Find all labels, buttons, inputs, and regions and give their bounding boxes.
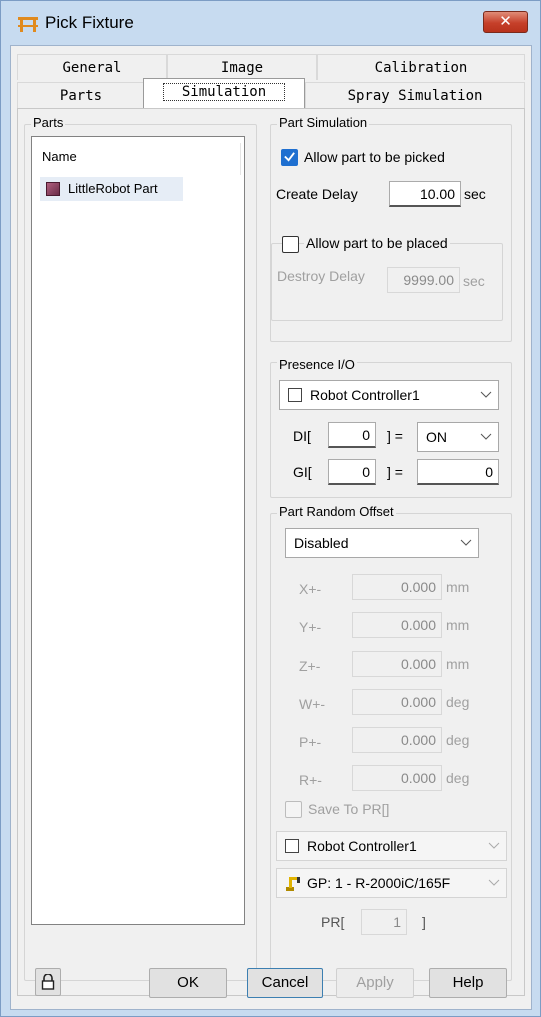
- destroy-delay-input: 9999.00: [387, 267, 460, 293]
- tab-image[interactable]: Image: [167, 54, 317, 80]
- allow-picked-label: Allow part to be picked: [304, 149, 445, 165]
- w-offset-input: 0.000: [352, 689, 442, 715]
- gi-close-label: ] =: [387, 464, 403, 480]
- parts-group: Parts Name LittleRobot Part: [24, 115, 257, 981]
- random-offset-title: Part Random Offset: [277, 504, 396, 519]
- destroy-delay-label: Destroy Delay: [277, 268, 365, 284]
- z-offset-label: Z+-: [299, 658, 321, 674]
- title-bar: Pick Fixture ✕: [1, 1, 540, 45]
- p-offset-input: 0.000: [352, 727, 442, 753]
- save-to-pr-checkbox: [285, 801, 302, 818]
- pr-index-input: 1: [361, 909, 407, 935]
- presence-io-group: Presence I/O Robot Controller1 DI[ 0 ] =…: [270, 357, 512, 498]
- simulation-panel: Parts Name LittleRobot Part Part Simulat…: [17, 108, 525, 996]
- dialog-client-area: General Image Calibration Parts Simulati…: [10, 45, 532, 1010]
- controller-icon: [288, 388, 302, 402]
- help-button[interactable]: Help: [429, 968, 507, 998]
- di-index-input[interactable]: 0: [328, 422, 376, 448]
- tab-general[interactable]: General: [17, 54, 167, 80]
- di-close-label: ] =: [387, 428, 403, 444]
- presence-controller-value: Robot Controller1: [310, 387, 420, 403]
- z-offset-unit: mm: [446, 656, 470, 672]
- chevron-down-icon: [480, 391, 492, 398]
- pick-fixture-window: Pick Fixture ✕ General Image Calibration…: [0, 0, 541, 1017]
- chevron-down-icon: [460, 539, 472, 546]
- gi-index-input[interactable]: 0: [328, 459, 376, 485]
- create-delay-input[interactable]: 10.00: [389, 181, 461, 207]
- tab-spray-simulation[interactable]: Spray Simulation: [305, 82, 525, 108]
- create-delay-unit: sec: [464, 186, 486, 202]
- parts-group-title: Parts: [31, 115, 66, 130]
- r-offset-input: 0.000: [352, 765, 442, 791]
- fixture-icon: [18, 17, 38, 32]
- part-simulation-title: Part Simulation: [277, 115, 370, 130]
- tab-simulation[interactable]: Simulation: [143, 78, 305, 109]
- random-offset-group: Part Random Offset Disabled X+- 0.000 mm…: [270, 504, 512, 981]
- allow-placed-checkbox[interactable]: [282, 236, 299, 253]
- y-offset-input: 0.000: [352, 612, 442, 638]
- presence-io-title: Presence I/O: [277, 357, 357, 372]
- presence-controller-select[interactable]: Robot Controller1: [279, 380, 499, 410]
- part-name: LittleRobot Part: [68, 181, 158, 196]
- offset-controller-select: Robot Controller1: [276, 831, 507, 861]
- x-offset-label: X+-: [299, 581, 322, 597]
- motion-group-select: GP: 1 - R-2000iC/165F: [276, 868, 507, 898]
- y-offset-label: Y+-: [299, 619, 322, 635]
- chevron-down-icon: [488, 842, 500, 849]
- di-value-select[interactable]: ON: [417, 422, 499, 452]
- gi-value-input[interactable]: 0: [417, 459, 499, 485]
- r-offset-unit: deg: [446, 770, 470, 786]
- checkmark-icon: [284, 152, 295, 162]
- lock-button[interactable]: [35, 968, 61, 996]
- part-cube-icon: [46, 182, 60, 196]
- di-label: DI[: [293, 428, 311, 444]
- pr-close-label: ]: [422, 914, 426, 930]
- list-item[interactable]: LittleRobot Part: [40, 177, 183, 201]
- chevron-down-icon: [480, 433, 492, 440]
- allow-picked-checkbox[interactable]: [281, 149, 298, 166]
- name-column-header[interactable]: Name: [42, 149, 77, 164]
- tab-calibration[interactable]: Calibration: [317, 54, 525, 80]
- controller-icon: [285, 839, 299, 853]
- di-value: ON: [426, 429, 447, 445]
- x-offset-input: 0.000: [352, 574, 442, 600]
- close-button[interactable]: ✕: [483, 11, 528, 33]
- robot-arm-icon: [286, 877, 300, 891]
- chevron-down-icon: [488, 879, 500, 886]
- motion-group-value: GP: 1 - R-2000iC/165F: [307, 875, 451, 891]
- allow-placed-label: Allow part to be placed: [304, 235, 450, 251]
- save-to-pr-label: Save To PR[]: [308, 801, 390, 817]
- create-delay-label: Create Delay: [276, 186, 358, 202]
- z-offset-input: 0.000: [352, 651, 442, 677]
- y-offset-unit: mm: [446, 617, 470, 633]
- x-offset-unit: mm: [446, 579, 470, 595]
- offset-controller-value: Robot Controller1: [307, 838, 417, 854]
- place-subgroup: Allow part to be placed Destroy Delay 99…: [271, 235, 503, 321]
- part-simulation-group: Part Simulation Allow part to be picked …: [270, 115, 512, 342]
- parts-list[interactable]: Name LittleRobot Part: [31, 136, 245, 925]
- offset-mode-value: Disabled: [294, 535, 349, 551]
- window-title: Pick Fixture: [45, 13, 134, 32]
- cancel-button[interactable]: Cancel: [247, 968, 323, 998]
- apply-button: Apply: [336, 968, 414, 998]
- tab-parts[interactable]: Parts: [17, 82, 145, 108]
- w-offset-unit: deg: [446, 694, 470, 710]
- ok-button[interactable]: OK: [149, 968, 227, 998]
- p-offset-unit: deg: [446, 732, 470, 748]
- column-separator: [240, 143, 241, 175]
- r-offset-label: R+-: [299, 772, 322, 788]
- p-offset-label: P+-: [299, 734, 322, 750]
- w-offset-label: W+-: [299, 696, 326, 712]
- destroy-delay-unit: sec: [463, 273, 485, 289]
- offset-mode-select[interactable]: Disabled: [285, 528, 479, 558]
- gi-label: GI[: [293, 464, 312, 480]
- pr-label: PR[: [321, 914, 345, 930]
- lock-icon: [41, 974, 55, 990]
